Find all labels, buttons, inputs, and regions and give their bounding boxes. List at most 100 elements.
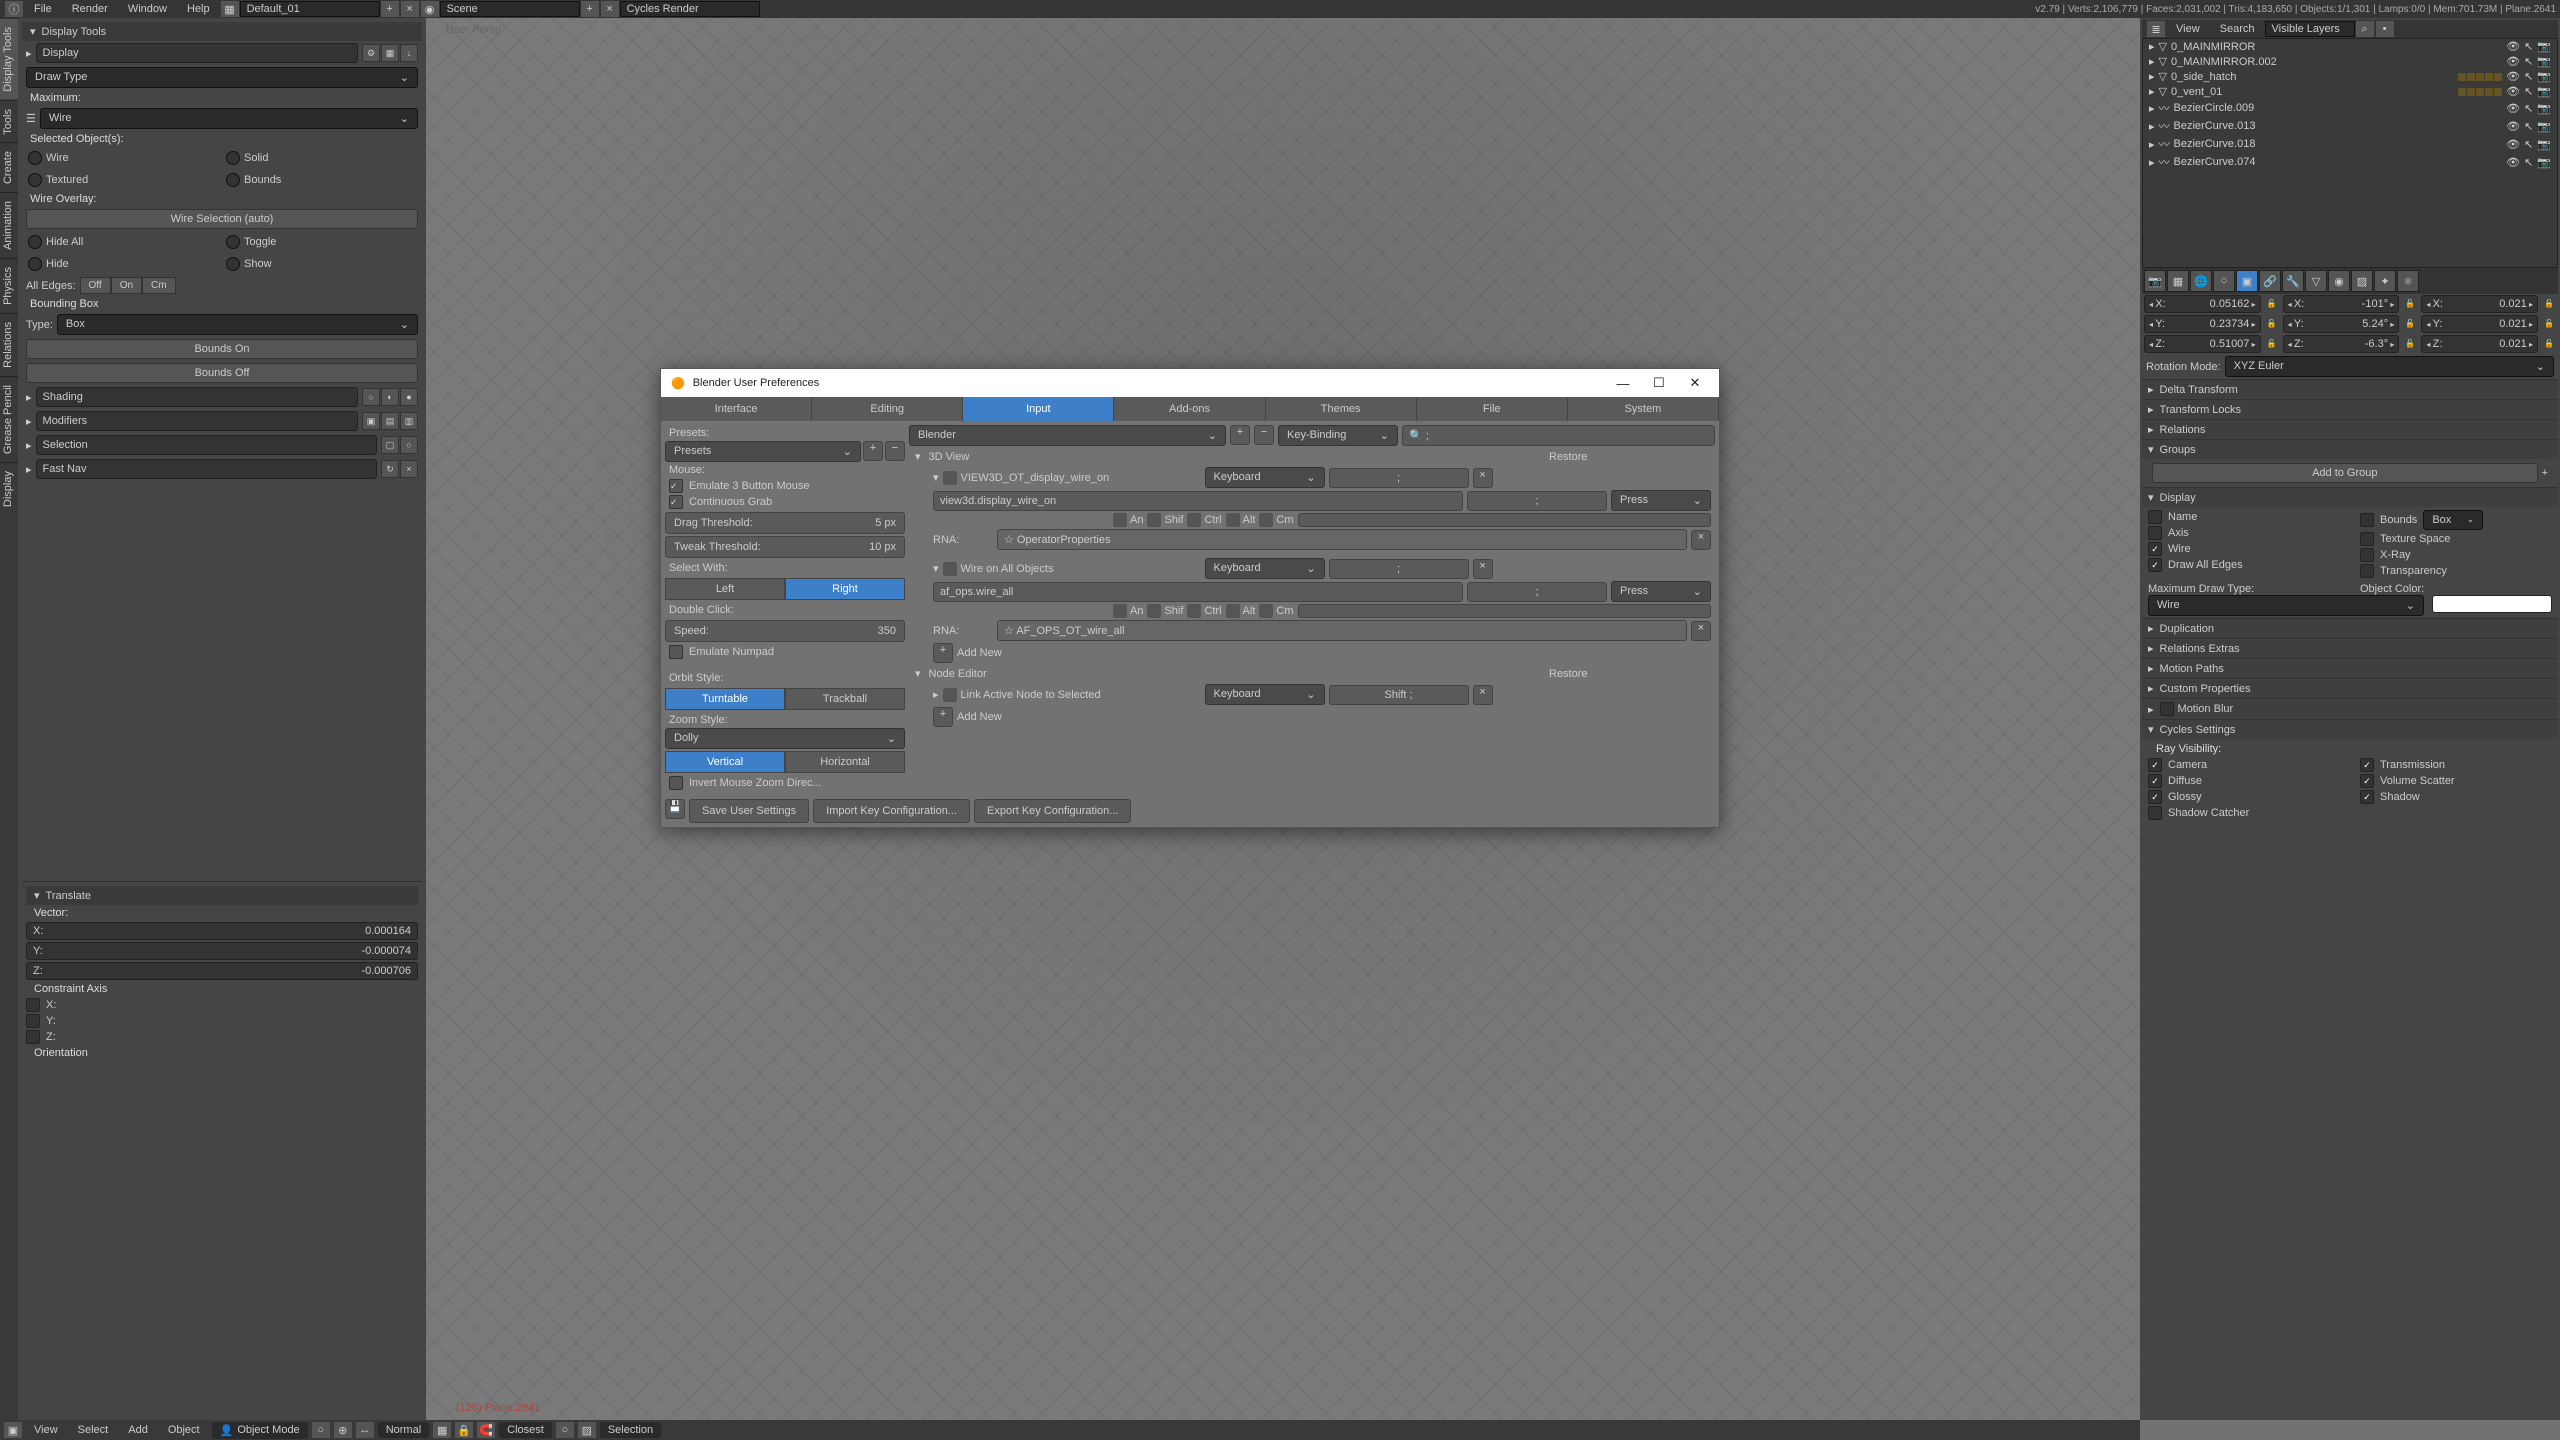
rna-field[interactable]: ☆ OperatorProperties: [997, 529, 1687, 550]
toggle-radio[interactable]: Toggle: [224, 233, 418, 251]
vtab-display-tools[interactable]: Display Tools: [0, 18, 18, 100]
scene-dropdown[interactable]: Scene: [440, 1, 580, 17]
sel-icon[interactable]: ▢: [381, 436, 399, 454]
diffuse-check[interactable]: Diffuse: [2148, 773, 2340, 789]
manipulator-icon[interactable]: ↔: [356, 1422, 374, 1438]
constraint-y[interactable]: Y:: [26, 1013, 418, 1029]
alt-mod[interactable]: Alt: [1226, 604, 1256, 618]
nav-icon[interactable]: ↻: [381, 460, 399, 478]
display-section[interactable]: ▾Display: [2142, 487, 2558, 507]
input-type-dropdown[interactable]: Keyboard: [1205, 467, 1325, 488]
expand-icon[interactable]: ▸: [26, 391, 32, 404]
expand-icon[interactable]: ▸: [26, 439, 32, 452]
outliner-item[interactable]: ▸〰BezierCurve.074👁↖📷: [2143, 153, 2557, 171]
textured-radio[interactable]: Textured: [26, 171, 220, 189]
mod-icon[interactable]: ▣: [362, 412, 380, 430]
delta-transform-section[interactable]: ▸Delta Transform: [2142, 379, 2558, 399]
layout-icon[interactable]: ▦: [221, 1, 239, 17]
motion-blur-section[interactable]: ▸Motion Blur: [2142, 698, 2558, 719]
layout-dropdown[interactable]: Default_01: [240, 1, 380, 17]
scene-tab-icon[interactable]: 🌐: [2190, 270, 2212, 292]
grid-icon[interactable]: ▦: [381, 44, 399, 62]
key-field[interactable]: ;: [1329, 559, 1469, 579]
node-editor-category[interactable]: Node Editor: [929, 668, 987, 680]
tab-input[interactable]: Input: [963, 397, 1114, 421]
snap-target-dropdown[interactable]: Closest: [499, 1422, 552, 1438]
emulate-numpad-check[interactable]: Emulate Numpad: [665, 644, 905, 660]
event-field[interactable]: ;: [1467, 491, 1607, 511]
input-type-dropdown[interactable]: Keyboard: [1205, 684, 1325, 705]
add-new-button[interactable]: Add New: [957, 647, 1002, 659]
render-tab-icon[interactable]: 📷: [2144, 270, 2166, 292]
hide-radio[interactable]: Hide: [26, 255, 220, 273]
tab-system[interactable]: System: [1568, 397, 1719, 421]
constraint-tab-icon[interactable]: 🔗: [2259, 270, 2281, 292]
transparency-check[interactable]: Transparency: [2360, 563, 2552, 579]
plus-icon[interactable]: +: [2542, 467, 2548, 479]
event-field[interactable]: ;: [1467, 582, 1607, 602]
ctrl-mod[interactable]: Ctrl: [1187, 513, 1221, 527]
texture-tab-icon[interactable]: ▨: [2351, 270, 2373, 292]
tab-addons[interactable]: Add-ons: [1114, 397, 1265, 421]
camera-check[interactable]: Camera: [2148, 757, 2340, 773]
any-mod[interactable]: An: [1113, 604, 1143, 618]
trackball-button[interactable]: Trackball: [785, 688, 905, 710]
fastnav-field[interactable]: Fast Nav: [36, 459, 377, 479]
keyconfig-dropdown[interactable]: Blender: [909, 425, 1226, 446]
add-preset-icon[interactable]: +: [863, 441, 883, 461]
custom-properties-section[interactable]: ▸Custom Properties: [2142, 678, 2558, 698]
cmd-mod[interactable]: Cm: [1259, 604, 1293, 618]
render-border-icon[interactable]: ▨: [578, 1422, 596, 1438]
rna-field[interactable]: ☆ AF_OPS_OT_wire_all: [997, 620, 1687, 641]
wire-dropdown[interactable]: Wire: [40, 108, 418, 129]
vertical-button[interactable]: Vertical: [665, 751, 785, 773]
mod3-icon[interactable]: ▥: [400, 412, 418, 430]
display-tools-header[interactable]: ▾Display Tools: [22, 22, 422, 41]
object-tab-icon[interactable]: ▣: [2236, 270, 2258, 292]
tab-editing[interactable]: Editing: [812, 397, 963, 421]
pin-icon[interactable]: ↓: [400, 44, 418, 62]
remove-config-icon[interactable]: −: [1254, 425, 1274, 445]
search-mode-dropdown[interactable]: Key-Binding: [1278, 425, 1398, 446]
menu-file[interactable]: File: [24, 3, 62, 15]
remove-keymap-icon[interactable]: ×: [1473, 468, 1493, 488]
save-icon[interactable]: 💾: [665, 799, 685, 819]
relations-section[interactable]: ▸Relations: [2142, 419, 2558, 439]
sphere2-icon[interactable]: ◐: [381, 388, 399, 406]
nav2-icon[interactable]: ×: [400, 460, 418, 478]
proportional-icon[interactable]: ○: [556, 1422, 574, 1438]
outliner-icon[interactable]: ≣: [2147, 21, 2165, 37]
layers-tab-icon[interactable]: ▦: [2167, 270, 2189, 292]
show-radio[interactable]: Show: [224, 255, 418, 273]
vtab-display[interactable]: Display: [0, 462, 18, 515]
constraint-z[interactable]: Z:: [26, 1029, 418, 1045]
select-left-button[interactable]: Left: [665, 578, 785, 600]
select-menu[interactable]: Select: [70, 1424, 117, 1436]
bounds-off-button[interactable]: Bounds Off: [26, 363, 418, 383]
speed-field[interactable]: Speed:350: [665, 620, 905, 642]
vtab-relations[interactable]: Relations: [0, 313, 18, 376]
close-button[interactable]: ✕: [1681, 375, 1709, 391]
constraint-x[interactable]: X:: [26, 997, 418, 1013]
outliner-item[interactable]: ▸▽0_vent_01👁↖📷: [2143, 84, 2557, 99]
lock-icon[interactable]: 🔓: [2265, 295, 2279, 311]
render-icon[interactable]: 📷: [2537, 40, 2551, 53]
remove-scene-icon[interactable]: ×: [601, 1, 619, 17]
solid-radio[interactable]: Solid: [224, 149, 418, 167]
display-field[interactable]: Display: [36, 43, 358, 63]
selection-dropdown[interactable]: Selection: [600, 1422, 661, 1438]
maximize-button[interactable]: ☐: [1645, 375, 1673, 391]
cmd-mod[interactable]: Cm: [1259, 513, 1293, 527]
data-tab-icon[interactable]: ▽: [2305, 270, 2327, 292]
texture-space-check[interactable]: Texture Space: [2360, 531, 2552, 547]
translate-header[interactable]: ▾Translate: [26, 886, 418, 905]
export-config-button[interactable]: Export Key Configuration...: [974, 799, 1131, 823]
object-menu[interactable]: Object: [160, 1424, 208, 1436]
volume-scatter-check[interactable]: Volume Scatter: [2360, 773, 2552, 789]
scale-y-field[interactable]: Y:0.021: [2421, 315, 2538, 333]
outliner[interactable]: ▸▽0_MAINMIRROR👁↖📷 ▸▽0_MAINMIRROR.002👁↖📷 …: [2142, 38, 2558, 268]
extra-key-field[interactable]: [1298, 604, 1712, 618]
view-menu[interactable]: View: [26, 1424, 66, 1436]
emulate-3button-check[interactable]: Emulate 3 Button Mouse: [665, 478, 905, 494]
shading-mode-icon[interactable]: ○: [312, 1422, 330, 1438]
